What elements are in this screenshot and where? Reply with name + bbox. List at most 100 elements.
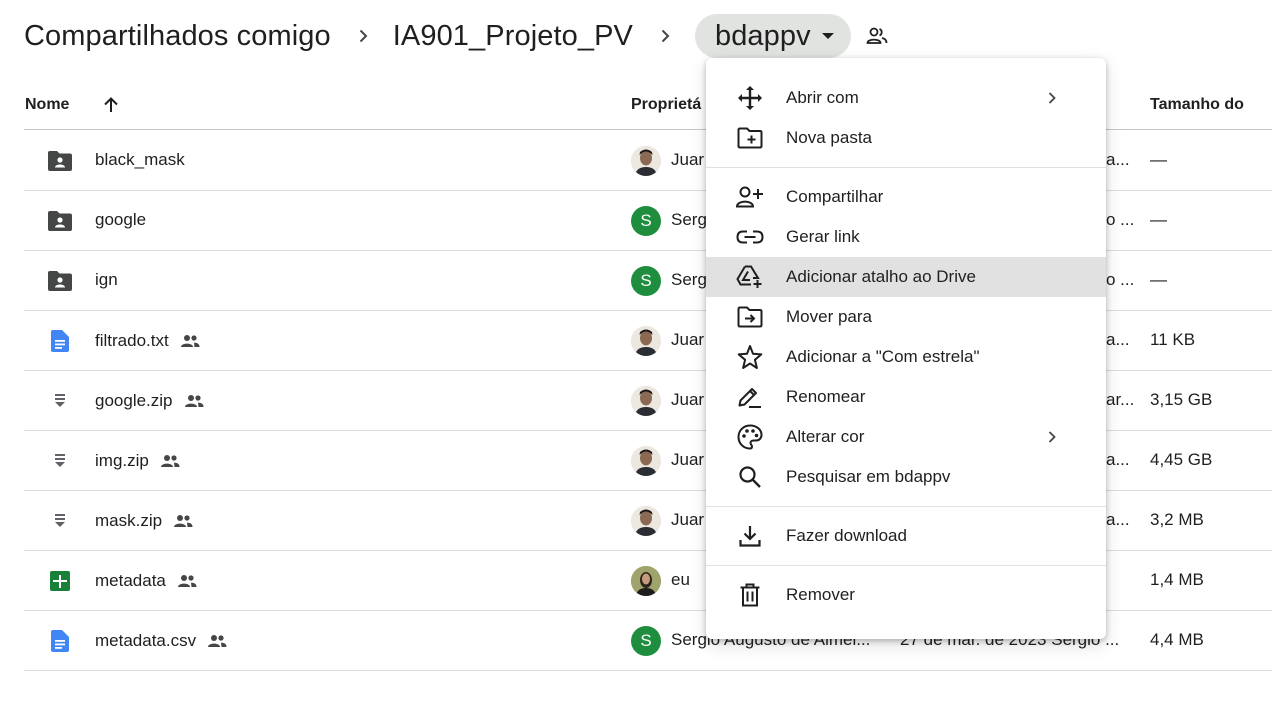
file-name: mask.zip: [95, 510, 194, 532]
truncated-info: ar...: [1106, 390, 1135, 409]
owner-name: Serg: [671, 210, 707, 229]
avatar: [631, 566, 661, 596]
menu-item-label: Remover: [786, 585, 855, 604]
menu-item-change-color[interactable]: Alterar cor: [706, 417, 1106, 457]
menu-item-label: Compartilhar: [786, 187, 884, 206]
shared-folder-icon: [47, 210, 73, 232]
avatar: [631, 146, 661, 176]
owner-name: Juar: [671, 450, 705, 469]
column-header-size[interactable]: Tamanho do: [1150, 96, 1244, 114]
menu-divider: [706, 506, 1106, 507]
owner-name: eu: [671, 570, 690, 589]
caret-down-icon: [817, 25, 839, 47]
text-document-icon: [47, 630, 73, 652]
breadcrumb-item-project[interactable]: IA901_Projeto_PV: [393, 20, 633, 53]
breadcrumb-item-shared-with-me[interactable]: Compartilhados comigo: [24, 20, 331, 53]
file-size: —: [1150, 150, 1167, 169]
add-shortcut-icon: [736, 265, 764, 289]
file-size: 3,2 MB: [1150, 510, 1204, 529]
menu-item-label: Mover para: [786, 307, 872, 326]
chevron-right-icon: [657, 28, 673, 44]
truncated-info: a...: [1106, 510, 1130, 529]
truncated-info: o ...: [1106, 210, 1135, 229]
shared-people-icon: [183, 390, 205, 412]
truncated-info: o ...: [1106, 270, 1135, 289]
zip-file-icon: [47, 390, 73, 412]
breadcrumb-current-folder-button[interactable]: bdappv: [694, 14, 851, 58]
shared-folder-icon: [47, 270, 73, 292]
owner-name: Juar: [671, 510, 705, 529]
menu-item-get-link[interactable]: Gerar link: [706, 217, 1106, 257]
palette-icon: [736, 424, 764, 450]
breadcrumb-current-label: bdappv: [714, 19, 811, 52]
menu-divider: [706, 167, 1106, 168]
menu-item-label: Nova pasta: [786, 128, 872, 147]
file-size: 4,45 GB: [1150, 450, 1213, 469]
file-name: google.zip: [95, 390, 205, 412]
search-icon: [736, 465, 764, 489]
move-icon: [736, 305, 764, 329]
menu-item-label: Alterar cor: [786, 427, 865, 446]
column-header-owner[interactable]: Proprietá: [631, 96, 701, 114]
menu-item-label: Gerar link: [786, 227, 860, 246]
menu-item-label: Adicionar atalho ao Drive: [786, 267, 976, 286]
menu-item-new-folder[interactable]: Nova pasta: [706, 118, 1106, 158]
menu-item-label: Renomear: [786, 387, 866, 406]
share-icon: [736, 185, 764, 209]
spreadsheet-icon: [47, 570, 73, 592]
avatar: [631, 446, 661, 476]
file-name: google: [95, 210, 147, 229]
rename-icon: [736, 385, 764, 409]
new-folder-icon: [736, 126, 764, 150]
file-name: black_mask: [95, 150, 185, 169]
breadcrumb: Compartilhados comigo IA901_Projeto_PV b…: [24, 13, 893, 59]
avatar: S: [631, 266, 661, 296]
owner-name: Serg: [671, 270, 707, 289]
shared-people-icon: [176, 570, 198, 592]
chevron-right-icon: [1044, 90, 1060, 106]
truncated-info: a...: [1106, 150, 1130, 169]
file-size: 3,15 GB: [1150, 390, 1213, 409]
menu-item-label: Pesquisar em bdappv: [786, 467, 951, 486]
shared-people-icon[interactable]: [861, 20, 893, 52]
shared-people-icon: [206, 630, 228, 652]
file-name: filtrado.txt: [95, 330, 201, 352]
file-size: 11 KB: [1150, 330, 1196, 349]
truncated-info: a...: [1106, 450, 1130, 469]
menu-item-add-shortcut[interactable]: Adicionar atalho ao Drive: [706, 257, 1106, 297]
menu-item-download[interactable]: Fazer download: [706, 516, 1106, 556]
file-size: —: [1150, 210, 1167, 229]
shared-people-icon: [172, 510, 194, 532]
sort-ascending-icon[interactable]: [101, 95, 121, 115]
menu-item-search-in-folder[interactable]: Pesquisar em bdappv: [706, 457, 1106, 497]
folder-context-menu: Abrir com Nova pasta Compartilhar Gerar …: [706, 58, 1106, 639]
star-icon: [736, 345, 764, 369]
owner-name: Juar: [671, 150, 705, 169]
chevron-right-icon: [1044, 429, 1060, 445]
shared-folder-icon: [47, 150, 73, 172]
text-document-icon: [47, 330, 73, 352]
menu-item-move-to[interactable]: Mover para: [706, 297, 1106, 337]
menu-item-label: Abrir com: [786, 88, 859, 107]
menu-item-label: Adicionar a "Com estrela": [786, 347, 980, 366]
avatar: [631, 326, 661, 356]
column-header-name[interactable]: Nome: [25, 96, 69, 114]
menu-item-remove[interactable]: Remover: [706, 575, 1106, 615]
menu-item-rename[interactable]: Renomear: [706, 377, 1106, 417]
shared-people-icon: [159, 450, 181, 472]
chevron-right-icon: [355, 28, 371, 44]
zip-file-icon: [47, 450, 73, 472]
file-name: metadata: [95, 570, 198, 592]
owner-name: Juar: [671, 390, 705, 409]
menu-item-share[interactable]: Compartilhar: [706, 177, 1106, 217]
menu-item-open-with[interactable]: Abrir com: [706, 78, 1106, 118]
file-name: metadata.csv: [95, 630, 228, 652]
download-icon: [736, 524, 764, 548]
menu-item-star[interactable]: Adicionar a "Com estrela": [706, 337, 1106, 377]
open-with-icon: [736, 86, 764, 110]
truncated-info: a...: [1106, 330, 1130, 349]
file-name: img.zip: [95, 450, 181, 472]
avatar: [631, 386, 661, 416]
file-size: 1,4 MB: [1150, 570, 1204, 589]
link-icon: [736, 225, 764, 249]
